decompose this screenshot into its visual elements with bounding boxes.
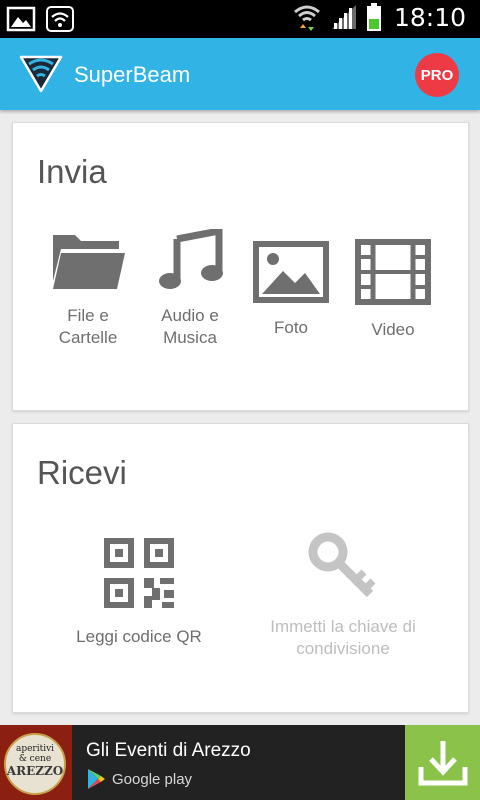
ad-thumb-line1: aperitivi — [15, 744, 55, 754]
share-key-label-line2: condivisione — [296, 639, 390, 658]
ad-title[interactable]: Gli Eventi di Arezzo — [86, 740, 251, 762]
ad-thumbnail-logo: aperitivi & cene AREZZO — [4, 733, 66, 795]
wifi-notification-icon — [46, 6, 74, 32]
battery-icon — [366, 3, 381, 31]
app-bar: SuperBeam PRO — [0, 38, 480, 110]
receive-section-title: Ricevi — [37, 454, 127, 491]
superbeam-logo-icon[interactable] — [18, 51, 64, 95]
folder-icon — [53, 235, 125, 289]
send-section-title: Invia — [37, 153, 107, 190]
send-music-button[interactable]: Audio e Musica — [147, 229, 233, 349]
pro-badge[interactable]: PRO — [415, 53, 459, 97]
ad-banner[interactable]: aperitivi & cene AREZZO Gli Eventi di Ar… — [0, 725, 480, 800]
ad-store-label: Google play — [112, 770, 193, 788]
wifi-data-icon — [293, 5, 320, 31]
qr-code-icon — [104, 538, 174, 608]
download-icon — [418, 740, 467, 785]
send-photo-button[interactable]: Foto — [249, 241, 333, 339]
ad-thumbnail[interactable]: aperitivi & cene AREZZO — [0, 725, 72, 800]
clock: 18:10 — [393, 2, 466, 32]
send-music-label-line1: Audio e — [161, 306, 219, 325]
ad-store-badge[interactable]: Google play — [86, 768, 192, 790]
ad-thumb-line2: & cene — [18, 754, 52, 764]
send-video-button[interactable]: Video — [351, 239, 435, 341]
send-files-label-line1: File e — [67, 306, 109, 325]
status-bar: 18:10 — [0, 0, 480, 38]
ad-download-button[interactable] — [405, 725, 480, 800]
scan-qr-button[interactable]: Leggi codice QR — [63, 538, 215, 648]
send-music-label-line2: Musica — [163, 328, 217, 347]
send-files-button[interactable]: File e Cartelle — [45, 229, 131, 349]
film-icon — [355, 239, 431, 305]
send-files-label-line2: Cartelle — [58, 328, 118, 347]
share-key-label-line1: Immetti la chiave di — [270, 617, 416, 636]
photo-icon — [253, 241, 329, 303]
enter-share-key-button[interactable]: Immetti la chiave di condivisione — [253, 532, 433, 660]
send-card: Invia File e Cartelle Audio e Musica Fot… — [12, 122, 469, 411]
image-notification-icon — [6, 6, 36, 32]
music-note-icon — [159, 229, 223, 289]
receive-card: Ricevi Leggi codice QR Immetti la chiave… — [12, 423, 469, 713]
ad-thumb-line3: AREZZO — [6, 764, 64, 778]
send-video-label: Video — [371, 320, 415, 339]
signal-icon — [331, 5, 356, 29]
send-photo-label: Foto — [273, 318, 309, 337]
google-play-icon — [88, 769, 105, 789]
scan-qr-label: Leggi codice QR — [76, 627, 202, 646]
app-title: SuperBeam — [74, 62, 191, 87]
key-icon — [308, 532, 376, 598]
